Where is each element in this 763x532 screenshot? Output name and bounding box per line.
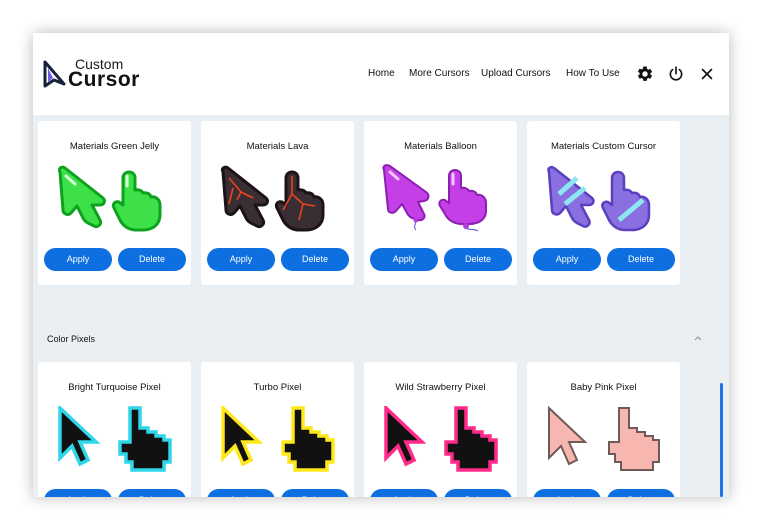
apply-button[interactable]: Apply <box>370 248 438 271</box>
delete-button[interactable]: Delete <box>607 489 675 497</box>
nav-home[interactable]: Home <box>368 68 395 79</box>
apply-button[interactable]: Apply <box>370 489 438 497</box>
apply-button[interactable]: Apply <box>44 489 112 497</box>
delete-button[interactable]: Delete <box>281 248 349 271</box>
delete-button[interactable]: Delete <box>281 489 349 497</box>
close-icon[interactable] <box>698 65 716 83</box>
delete-button[interactable]: Delete <box>118 248 186 271</box>
apply-button[interactable]: Apply <box>207 489 275 497</box>
apply-button[interactable]: Apply <box>44 248 112 271</box>
baby-pink-pixel-cursor-preview <box>548 406 660 471</box>
turbo-pixel-cursor-preview <box>221 406 335 472</box>
nav-how-to-use[interactable]: How To Use <box>566 68 620 79</box>
delete-button[interactable]: Delete <box>118 489 186 497</box>
card-title: Baby Pink Pixel <box>570 382 637 393</box>
card-title: Wild Strawberry Pixel <box>395 382 486 393</box>
cursor-card: Bright Turquoise Pixel Apply Delete <box>38 362 191 497</box>
card-title: Turbo Pixel <box>253 382 302 393</box>
logo-text-bottom: Cursor <box>68 68 140 91</box>
cursor-card: Materials Lava Apply Delete <box>201 121 354 285</box>
chevron-up-icon[interactable] <box>693 334 703 342</box>
turquoise-pixel-cursor-preview <box>58 406 172 472</box>
card-title: Materials Custom Cursor <box>550 141 657 152</box>
cursor-library: Materials Green Jelly Apply Delete Mater… <box>33 115 729 497</box>
cursor-card: Baby Pink Pixel Apply Delete <box>527 362 680 497</box>
apply-button[interactable]: Apply <box>533 489 601 497</box>
apply-button[interactable]: Apply <box>207 248 275 271</box>
cursor-card: Materials Balloon Apply Delete <box>364 121 517 285</box>
apply-button[interactable]: Apply <box>533 248 601 271</box>
power-icon[interactable] <box>667 65 685 83</box>
nav-more-cursors[interactable]: More Cursors <box>409 68 470 79</box>
header: Custom Cursor Home More Cursors Upload C… <box>33 33 729 115</box>
lava-cursor-preview <box>221 165 325 232</box>
app-window: Custom Cursor Home More Cursors Upload C… <box>33 33 729 497</box>
section-label: Color Pixels <box>47 334 96 344</box>
cursor-card: Materials Custom Cursor Apply Delete <box>527 121 680 285</box>
card-title: Materials Green Jelly <box>69 141 160 152</box>
card-title: Bright Turquoise Pixel <box>68 382 161 393</box>
balloon-cursor-preview <box>382 164 487 232</box>
custom-cursor-material-preview <box>547 165 651 232</box>
cursor-card: Turbo Pixel Apply Delete <box>201 362 354 497</box>
green-jelly-cursor-preview <box>58 165 162 232</box>
gear-icon[interactable] <box>636 65 654 83</box>
logo-arrow-icon <box>43 60 66 88</box>
cursor-card: Wild Strawberry Pixel Apply Delete <box>364 362 517 497</box>
delete-button[interactable]: Delete <box>444 248 512 271</box>
card-title: Materials Balloon <box>404 141 477 152</box>
scrollbar[interactable] <box>720 383 723 497</box>
logo: Custom Cursor <box>42 56 152 91</box>
delete-button[interactable]: Delete <box>444 489 512 497</box>
strawberry-pixel-cursor-preview <box>384 406 498 472</box>
cursor-card: Materials Green Jelly Apply Delete <box>38 121 191 285</box>
card-title: Materials Lava <box>246 141 309 152</box>
nav-upload-cursors[interactable]: Upload Cursors <box>481 68 550 79</box>
delete-button[interactable]: Delete <box>607 248 675 271</box>
